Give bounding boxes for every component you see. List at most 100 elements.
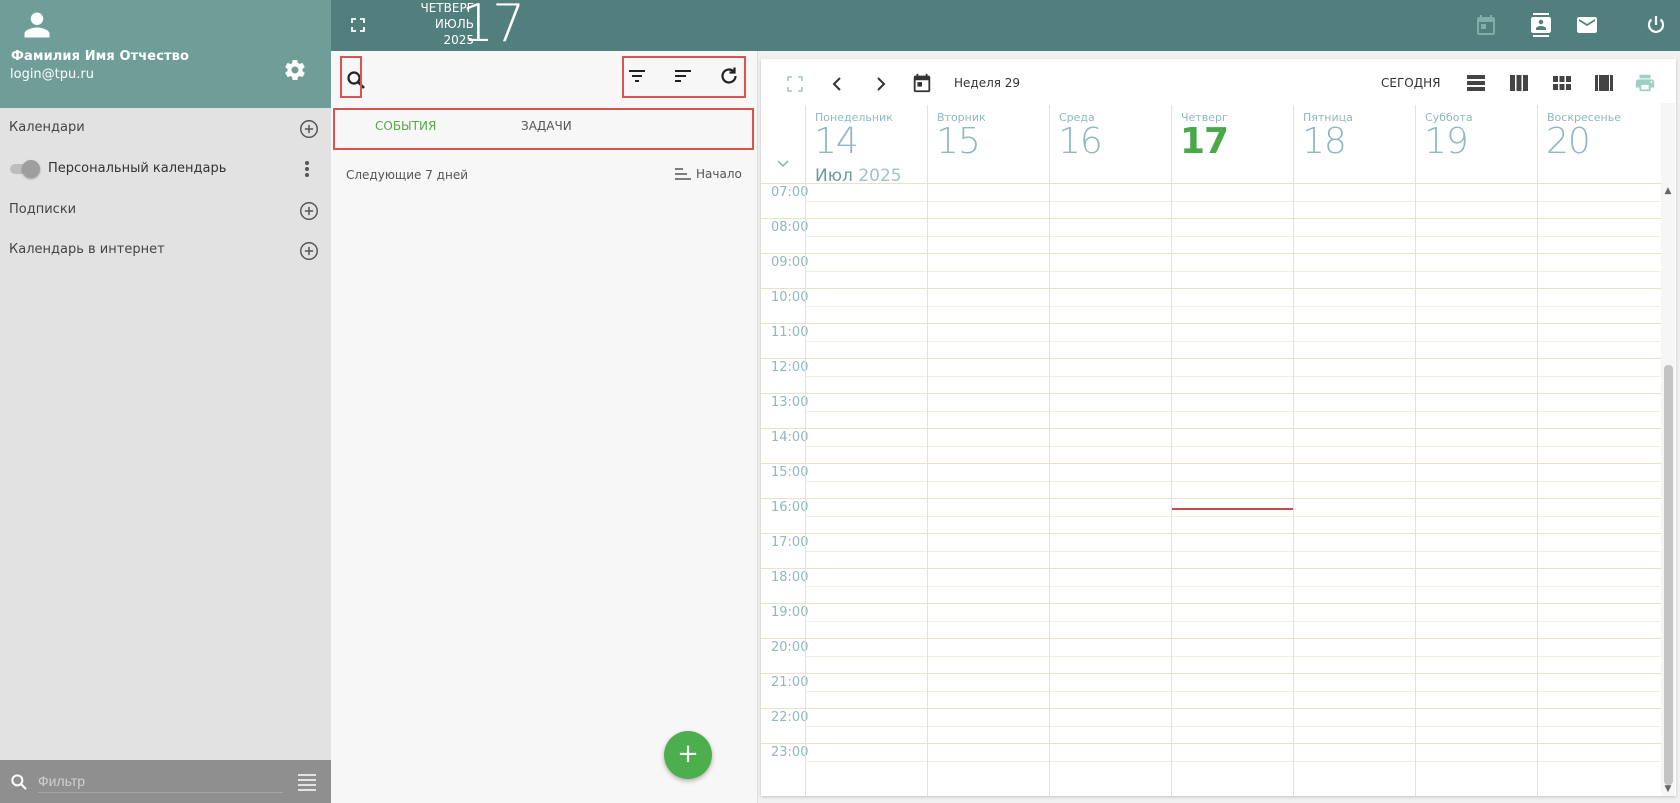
hour-row: 19:00 — [761, 603, 1661, 638]
time-label: 09:00 — [771, 255, 809, 270]
hour-row: 21:00 — [761, 673, 1661, 708]
hour-row: 13:00 — [761, 393, 1661, 428]
internet-calendar-label: Календарь в интернет — [9, 242, 165, 257]
print-icon[interactable] — [1634, 72, 1656, 94]
chevron-right-icon[interactable] — [869, 73, 891, 95]
day-number: 14 — [814, 121, 859, 162]
hour-row: 08:00 — [761, 218, 1661, 253]
add-calendar-icon[interactable] — [298, 118, 320, 140]
time-label: 10:00 — [771, 290, 809, 305]
contacts-icon[interactable] — [1529, 13, 1553, 37]
time-label: 11:00 — [771, 325, 809, 340]
day-number: 20 — [1546, 121, 1591, 162]
day-number: 15 — [936, 121, 981, 162]
add-event-label: + — [677, 739, 699, 769]
time-label: 07:00 — [771, 185, 809, 200]
week-number-label: Неделя 29 — [954, 76, 1021, 90]
calendar-item-label: Персональный календарь — [48, 161, 227, 176]
sidebar-filter-bar — [0, 760, 331, 803]
day-number: 17 — [1180, 121, 1229, 162]
calendar-toolbar: Неделя 29 СЕГОДНЯ — [761, 59, 1676, 107]
add-subscription-icon[interactable] — [298, 200, 320, 222]
calendars-label: Календари — [9, 120, 85, 135]
calendar-visibility-toggle[interactable] — [8, 160, 42, 178]
events-tabs: СОБЫТИЯ ЗАДАЧИ — [331, 107, 758, 147]
hour-row: 18:00 — [761, 568, 1661, 603]
calendars-section: Календари — [0, 110, 331, 146]
hour-row: 12:00 — [761, 358, 1661, 393]
user-name: Фамилия Имя Отчество — [11, 49, 190, 64]
range-label: Следующие 7 дней — [346, 168, 469, 182]
month-view-icon[interactable] — [1551, 72, 1573, 94]
time-label: 15:00 — [771, 465, 809, 480]
day-column-divider — [927, 183, 928, 796]
time-label: 22:00 — [771, 710, 809, 725]
day-column-divider — [1293, 183, 1294, 796]
calendar-app-icon[interactable] — [1474, 13, 1498, 37]
hour-row: 16:00 — [761, 498, 1661, 533]
power-logout-icon[interactable] — [1644, 13, 1668, 37]
time-label: 08:00 — [771, 220, 809, 235]
day-column-divider — [1171, 183, 1172, 796]
filter-input[interactable] — [38, 769, 283, 793]
day-number: 18 — [1302, 121, 1347, 162]
hour-row: 10:00 — [761, 288, 1661, 323]
chevron-left-icon[interactable] — [827, 73, 849, 95]
current-time-indicator — [1172, 508, 1293, 510]
week-view-icon[interactable] — [1508, 72, 1530, 94]
today-button[interactable]: СЕГОДНЯ — [1381, 76, 1440, 90]
hour-row: 14:00 — [761, 428, 1661, 463]
refresh-icon[interactable] — [717, 64, 741, 88]
time-label: 23:00 — [771, 745, 809, 760]
time-label: 14:00 — [771, 430, 809, 445]
tab-tasks[interactable]: ЗАДАЧИ — [521, 119, 572, 133]
mail-icon[interactable] — [1575, 13, 1599, 37]
sort-lines-icon — [675, 168, 691, 180]
list-menu-icon[interactable] — [296, 772, 318, 792]
day-view-icon[interactable] — [1465, 72, 1487, 94]
user-avatar-icon — [24, 12, 50, 38]
time-label: 19:00 — [771, 605, 809, 620]
search-icon[interactable] — [344, 68, 368, 92]
hour-row: 22:00 — [761, 708, 1661, 743]
time-label: 16:00 — [771, 500, 809, 515]
filter-icon[interactable] — [625, 64, 649, 88]
hour-row: 20:00 — [761, 638, 1661, 673]
current-day-number: 17 — [461, 0, 525, 54]
date-picker-icon[interactable] — [911, 72, 933, 94]
user-profile: Фамилия Имя Отчество login@tpu.ru — [0, 0, 331, 108]
time-grid[interactable]: 07:00 08:00 09:00 10:00 11:00 12:00 13:0… — [761, 183, 1661, 796]
search-icon — [11, 774, 27, 790]
day-column-divider — [805, 183, 806, 796]
events-panel: СОБЫТИЯ ЗАДАЧИ Следующие 7 дней Начало + — [331, 51, 758, 803]
hour-row: 09:00 — [761, 253, 1661, 288]
hour-row: 23:00 — [761, 743, 1661, 778]
internet-calendar-section: Календарь в интернет — [0, 232, 331, 268]
subscriptions-label: Подписки — [9, 202, 77, 217]
time-label: 18:00 — [771, 570, 809, 585]
work-week-view-icon[interactable] — [1593, 72, 1615, 94]
fullscreen-icon[interactable] — [349, 16, 367, 34]
tab-events[interactable]: СОБЫТИЯ — [375, 119, 436, 133]
scrollbar-thumb[interactable] — [1664, 365, 1673, 785]
scroll-up-arrow-icon[interactable]: ▲ — [1663, 186, 1673, 196]
hour-row: 15:00 — [761, 463, 1661, 498]
sort-icon[interactable] — [671, 64, 695, 88]
time-label: 20:00 — [771, 640, 809, 655]
time-label: 12:00 — [771, 360, 809, 375]
sidebar: Фамилия Имя Отчество login@tpu.ru Календ… — [0, 0, 331, 803]
sort-label: Начало — [696, 167, 742, 181]
add-event-button[interactable]: + — [664, 731, 712, 779]
scroll-down-arrow-icon[interactable]: ▼ — [1663, 784, 1673, 794]
calendar-item-personal[interactable]: Персональный календарь — [0, 151, 331, 187]
hour-row: 07:00 — [761, 183, 1661, 218]
day-column-divider — [1049, 183, 1050, 796]
settings-gear-icon[interactable] — [283, 58, 307, 82]
collapse-allday-chevron-icon[interactable] — [775, 155, 791, 171]
hour-row: 11:00 — [761, 323, 1661, 358]
more-vertical-icon[interactable] — [297, 158, 317, 180]
expand-view-icon[interactable] — [784, 73, 806, 95]
add-internet-calendar-icon[interactable] — [298, 240, 320, 262]
top-bar: ЧЕТВЕРГ ИЮЛЬ 2025 17 — [331, 0, 1680, 54]
hour-row: 17:00 — [761, 533, 1661, 568]
